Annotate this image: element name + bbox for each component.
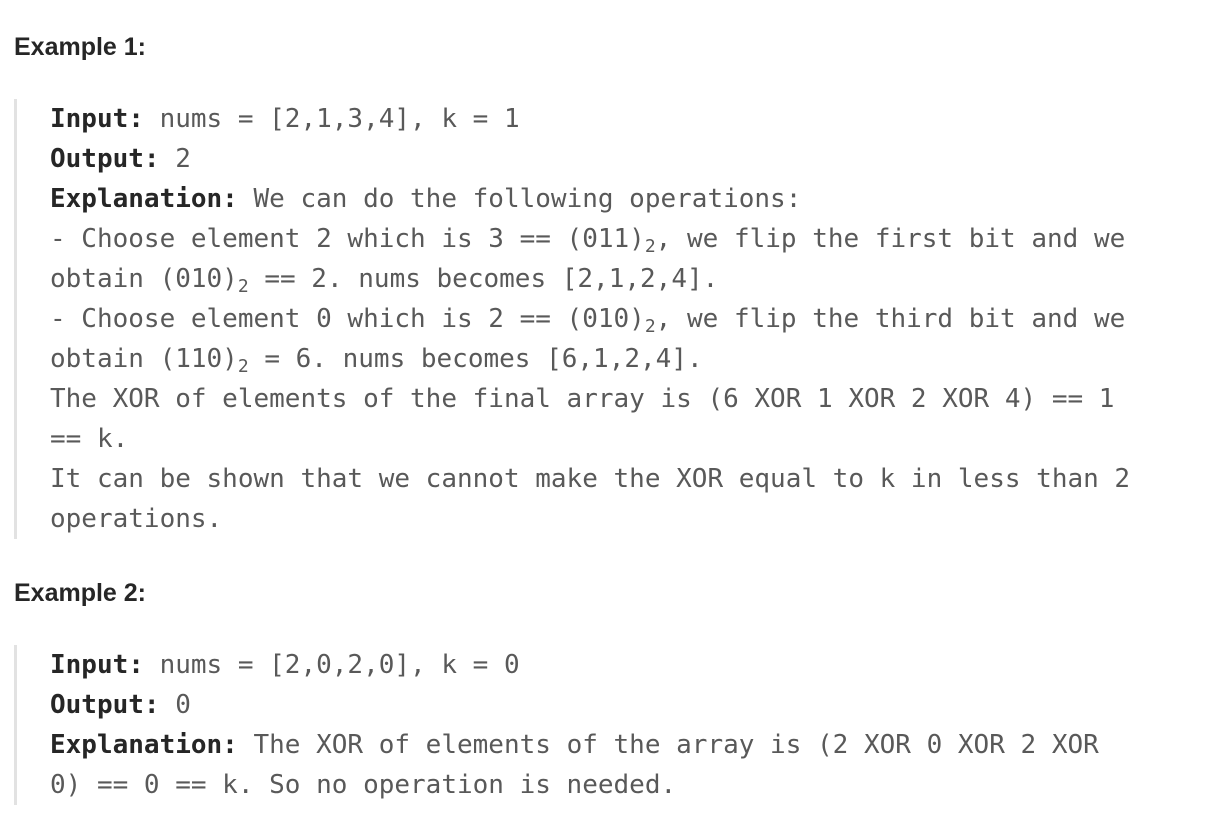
output-value: 0 xyxy=(159,690,191,720)
input-value: nums = [2,1,3,4], k = 1 xyxy=(143,104,520,134)
explanation-text-line: obtain (010)2 == 2. nums becomes [2,1,2,… xyxy=(50,259,1210,299)
binary-subscript: 2 xyxy=(644,236,656,257)
binary-subscript: 2 xyxy=(237,276,249,297)
explanation-text: , we flip the third bit and we xyxy=(655,304,1126,334)
output-label: Output: xyxy=(50,690,160,720)
explanation-text: = 6. nums becomes [6,1,2,4]. xyxy=(248,344,703,374)
input-value: nums = [2,0,2,0], k = 0 xyxy=(143,650,520,680)
example-1-heading: Example 1: xyxy=(14,33,147,61)
explanation-text: - Choose element 0 which is 2 == (010) xyxy=(50,304,645,334)
explanation-text-line: The XOR of elements of the final array i… xyxy=(50,384,1115,414)
explanation-text: - Choose element 2 which is 3 == (011) xyxy=(50,224,645,254)
example-2-heading: Example 2: xyxy=(14,579,147,607)
explanation-text: obtain (010) xyxy=(50,264,238,294)
explanation-text-line: - Choose element 2 which is 3 == (011)2,… xyxy=(50,219,1210,259)
explanation-text-line: 0) == 0 == k. So no operation is needed. xyxy=(50,770,677,800)
binary-subscript: 2 xyxy=(644,316,656,337)
input-label: Input: xyxy=(50,650,144,680)
explanation-text: obtain (110) xyxy=(50,344,238,374)
explanation-text-line: operations. xyxy=(50,504,223,534)
binary-subscript: 2 xyxy=(237,356,249,377)
example-1-input-line: Input: nums = [2,1,3,4], k = 1 xyxy=(50,99,1210,139)
example-2-output-line: Output: 0 xyxy=(50,685,1210,725)
example-2-input-line: Input: nums = [2,0,2,0], k = 0 xyxy=(50,645,1210,685)
explanation-label: Explanation: xyxy=(50,730,238,760)
explanation-text-line: It can be shown that we cannot make the … xyxy=(50,464,1131,494)
example-2-explanation-line: Explanation: The XOR of elements of the … xyxy=(50,725,1210,765)
explanation-text: , we flip the first bit and we xyxy=(655,224,1126,254)
input-label: Input: xyxy=(50,104,144,134)
output-value: 2 xyxy=(159,144,191,174)
example-1-explanation-line: Explanation: We can do the following ope… xyxy=(50,179,1210,219)
example-1-block: Input: nums = [2,1,3,4], k = 1 Output: 2… xyxy=(14,99,1210,539)
example-1-output-line: Output: 2 xyxy=(50,139,1210,179)
explanation-text-line: == k. xyxy=(50,424,129,454)
explanation-value: We can do the following operations: xyxy=(237,184,802,214)
explanation-value: The XOR of elements of the array is (2 X… xyxy=(237,730,1099,760)
explanation-text: == 2. nums becomes [2,1,2,4]. xyxy=(248,264,719,294)
output-label: Output: xyxy=(50,144,160,174)
explanation-text-line: - Choose element 0 which is 2 == (010)2,… xyxy=(50,299,1210,339)
explanation-text-line: obtain (110)2 = 6. nums becomes [6,1,2,4… xyxy=(50,339,1210,379)
example-2-block: Input: nums = [2,0,2,0], k = 0 Output: 0… xyxy=(14,645,1210,805)
explanation-label: Explanation: xyxy=(50,184,238,214)
